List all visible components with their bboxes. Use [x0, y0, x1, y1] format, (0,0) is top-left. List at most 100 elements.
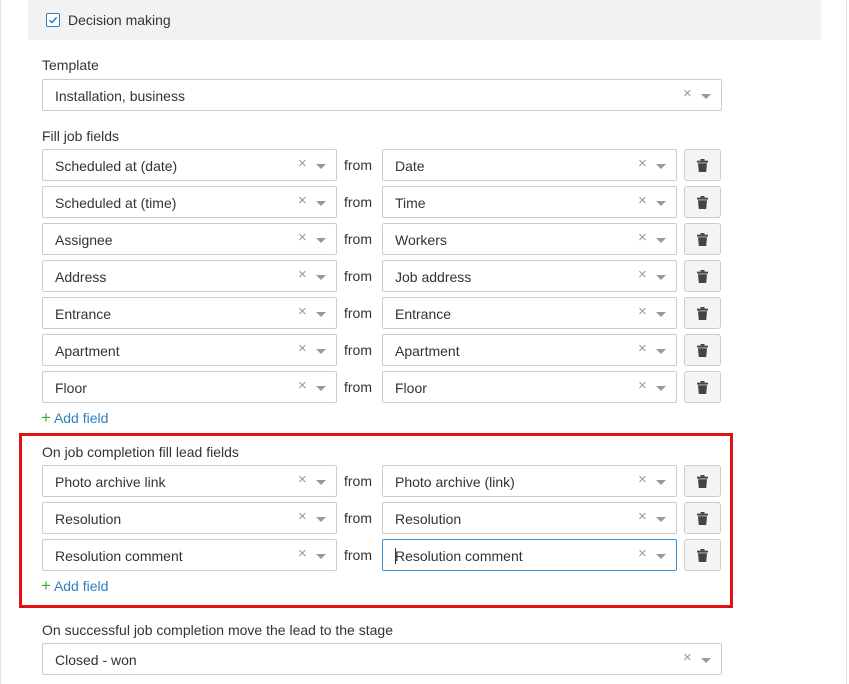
target-field-select[interactable]: Address ×: [42, 260, 337, 292]
chevron-down-icon[interactable]: [316, 164, 326, 169]
close-icon[interactable]: ×: [638, 230, 647, 246]
source-field-select[interactable]: Resolution ×: [382, 502, 677, 534]
target-field-select[interactable]: Apartment ×: [42, 334, 337, 366]
chevron-down-icon[interactable]: [316, 349, 326, 354]
source-field-select[interactable]: Entrance ×: [382, 297, 677, 329]
close-icon[interactable]: ×: [638, 546, 647, 562]
source-field-select[interactable]: Floor ×: [382, 371, 677, 403]
close-icon[interactable]: ×: [298, 472, 307, 488]
source-field-select[interactable]: Time ×: [382, 186, 677, 218]
target-field-value: Assignee: [55, 232, 113, 248]
delete-row-button[interactable]: [684, 186, 721, 218]
close-icon[interactable]: ×: [298, 378, 307, 394]
target-field-value: Resolution comment: [55, 548, 183, 564]
close-icon[interactable]: ×: [298, 304, 307, 320]
close-icon[interactable]: ×: [298, 193, 307, 209]
chevron-down-icon[interactable]: [656, 312, 666, 317]
close-icon[interactable]: ×: [683, 86, 692, 102]
trash-icon: [697, 511, 708, 525]
chevron-down-icon[interactable]: [316, 517, 326, 522]
target-field-value: Photo archive link: [55, 474, 166, 490]
source-field-select[interactable]: Photo archive (link) ×: [382, 465, 677, 497]
chevron-down-icon[interactable]: [701, 94, 711, 99]
add-job-field-button[interactable]: + Add field: [41, 409, 108, 426]
close-icon[interactable]: ×: [638, 378, 647, 394]
target-field-value: Scheduled at (date): [55, 158, 178, 174]
chevron-down-icon[interactable]: [656, 349, 666, 354]
chevron-down-icon[interactable]: [316, 554, 326, 559]
chevron-down-icon[interactable]: [316, 480, 326, 485]
chevron-down-icon[interactable]: [656, 238, 666, 243]
source-field-value: Resolution: [395, 511, 462, 527]
chevron-down-icon[interactable]: [316, 238, 326, 243]
close-icon[interactable]: ×: [638, 509, 647, 525]
close-icon[interactable]: ×: [298, 230, 307, 246]
decision-making-checkbox[interactable]: [46, 13, 60, 27]
target-field-select[interactable]: Resolution ×: [42, 502, 337, 534]
chevron-down-icon[interactable]: [316, 386, 326, 391]
source-field-value: Floor: [395, 380, 427, 396]
target-field-select[interactable]: Scheduled at (date) ×: [42, 149, 337, 181]
delete-row-button[interactable]: [684, 260, 721, 292]
template-value: Installation, business: [55, 88, 185, 104]
target-field-select[interactable]: Resolution comment ×: [42, 539, 337, 571]
template-label: Template: [42, 57, 99, 73]
source-field-select[interactable]: Date ×: [382, 149, 677, 181]
source-field-select[interactable]: Job address ×: [382, 260, 677, 292]
chevron-down-icon[interactable]: [316, 275, 326, 280]
close-icon[interactable]: ×: [638, 193, 647, 209]
template-select[interactable]: Installation, business ×: [42, 79, 722, 111]
chevron-down-icon[interactable]: [656, 480, 666, 485]
chevron-down-icon[interactable]: [656, 275, 666, 280]
target-field-select[interactable]: Scheduled at (time) ×: [42, 186, 337, 218]
target-field-value: Entrance: [55, 306, 112, 322]
chevron-down-icon[interactable]: [316, 312, 326, 317]
trash-icon: [697, 158, 708, 172]
source-field-value: Entrance: [395, 306, 452, 322]
trash-icon: [697, 474, 708, 488]
close-icon[interactable]: ×: [298, 267, 307, 283]
close-icon[interactable]: ×: [638, 341, 647, 357]
chevron-down-icon[interactable]: [656, 554, 666, 559]
delete-row-button[interactable]: [684, 149, 721, 181]
delete-row-button[interactable]: [684, 334, 721, 366]
trash-icon: [697, 548, 708, 562]
target-field-select[interactable]: Photo archive link ×: [42, 465, 337, 497]
stage-select[interactable]: Closed - won ×: [42, 643, 722, 675]
close-icon[interactable]: ×: [638, 267, 647, 283]
trash-icon: [697, 195, 708, 209]
target-field-select[interactable]: Floor ×: [42, 371, 337, 403]
close-icon[interactable]: ×: [298, 546, 307, 562]
close-icon[interactable]: ×: [638, 304, 647, 320]
delete-row-button[interactable]: [684, 465, 721, 497]
delete-row-button[interactable]: [684, 539, 721, 571]
from-label: from: [344, 305, 372, 321]
source-field-select[interactable]: Workers ×: [382, 223, 677, 255]
close-icon[interactable]: ×: [638, 472, 647, 488]
chevron-down-icon[interactable]: [701, 658, 711, 663]
target-field-value: Apartment: [55, 343, 120, 359]
close-icon[interactable]: ×: [298, 156, 307, 172]
delete-row-button[interactable]: [684, 297, 721, 329]
source-field-select[interactable]: Resolution comment ×: [382, 539, 677, 571]
chevron-down-icon[interactable]: [656, 517, 666, 522]
add-lead-field-button[interactable]: + Add field: [41, 577, 108, 594]
close-icon[interactable]: ×: [298, 341, 307, 357]
close-icon[interactable]: ×: [638, 156, 647, 172]
source-field-value: Time: [395, 195, 426, 211]
chevron-down-icon[interactable]: [656, 201, 666, 206]
target-field-select[interactable]: Assignee ×: [42, 223, 337, 255]
target-field-value: Scheduled at (time): [55, 195, 177, 211]
close-icon[interactable]: ×: [683, 650, 692, 666]
delete-row-button[interactable]: [684, 502, 721, 534]
source-field-select[interactable]: Apartment ×: [382, 334, 677, 366]
target-field-select[interactable]: Entrance ×: [42, 297, 337, 329]
delete-row-button[interactable]: [684, 371, 721, 403]
frame-border-right: [846, 0, 847, 684]
chevron-down-icon[interactable]: [656, 386, 666, 391]
chevron-down-icon[interactable]: [316, 201, 326, 206]
chevron-down-icon[interactable]: [656, 164, 666, 169]
delete-row-button[interactable]: [684, 223, 721, 255]
close-icon[interactable]: ×: [298, 509, 307, 525]
stage-label: On successful job completion move the le…: [42, 622, 393, 638]
